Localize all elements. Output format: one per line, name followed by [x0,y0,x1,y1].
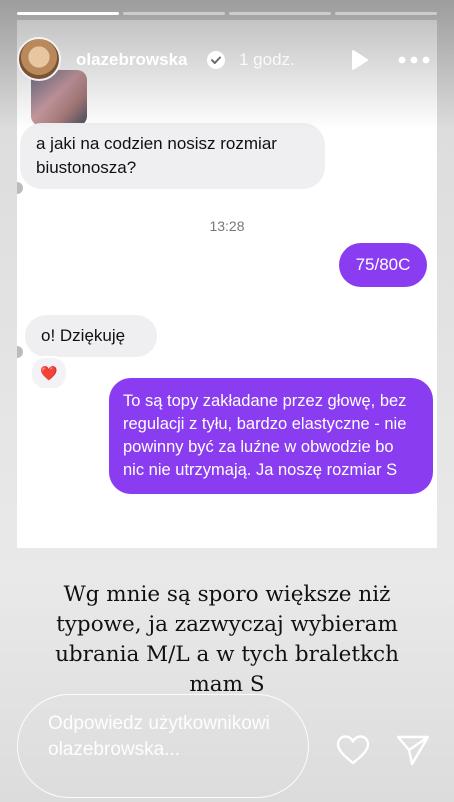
message-size: 75/80C [339,243,427,287]
verified-badge-icon [207,51,225,69]
story-screenshot-image: a jaki na codzien nosisz rozmiar biuston… [17,20,437,548]
story-progress-bar [17,12,437,15]
message-question: a jaki na codzien nosisz rozmiar biuston… [20,123,325,189]
sender-avatar-edge [17,346,23,358]
story-caption-text: Wg mnie są sporo większe niż typowe, ja … [55,582,399,697]
progress-segment [229,12,331,15]
sender-avatar-edge [17,182,23,194]
heart-icon[interactable] [335,733,371,767]
story-header: olazebrowska 1 godz. [0,32,454,88]
message-timestamp: 13:28 [209,218,245,234]
reply-input[interactable]: Odpowiedz użytkownikowi olazebrowska... [17,694,309,798]
heart-reaction: ❤️ [30,356,68,390]
post-time: 1 godz. [239,50,295,69]
play-icon[interactable] [347,48,371,72]
send-icon[interactable] [395,733,431,767]
progress-segment [17,12,119,15]
progress-segment [123,12,225,15]
message-thanks: o! Dziękuję [25,315,157,357]
message-info: To są topy zakładane przez głowę, bez re… [109,378,433,494]
more-icon[interactable] [396,48,432,72]
avatar[interactable] [17,37,61,81]
progress-segment [335,12,437,15]
reaction-emoji: ❤️ [40,364,58,381]
username[interactable]: olazebrowska [76,50,188,70]
